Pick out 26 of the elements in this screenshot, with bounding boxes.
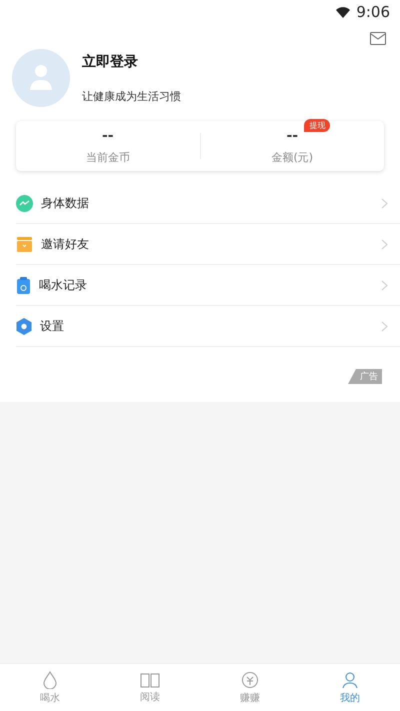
stat-value: -- [286, 128, 298, 144]
stat-value: -- [102, 128, 114, 144]
chart-icon [16, 194, 33, 212]
chevron-icon [381, 238, 388, 250]
menu-item[interactable]: 喝水记录 [16, 265, 400, 306]
menu-item[interactable]: 身体数据 [16, 183, 400, 224]
mail-icon[interactable] [370, 32, 386, 45]
login-title[interactable]: 立即登录 [82, 52, 181, 70]
settings-icon [16, 318, 32, 334]
profile-subtitle: 让健康成为生活习惯 [82, 88, 181, 104]
chevron-icon [381, 280, 388, 290]
stat-label: 金额(元) [271, 150, 314, 164]
gift-icon [16, 236, 33, 252]
ad-label: 广告 [348, 369, 382, 384]
chevron-icon [381, 320, 388, 332]
wifi-icon [336, 6, 350, 18]
book-icon [140, 672, 160, 688]
stat-label: 当前金币 [86, 150, 130, 164]
coin-icon [241, 670, 259, 688]
chevron-icon [381, 198, 388, 208]
status-time: 9:06 [356, 3, 390, 21]
withdraw-badge[interactable]: 提现 [304, 118, 330, 132]
user-icon [341, 670, 359, 688]
water-drop-icon [42, 670, 58, 688]
menu-item[interactable]: 邀请好友 [16, 224, 400, 265]
menu-item[interactable]: 设置 [16, 306, 400, 347]
